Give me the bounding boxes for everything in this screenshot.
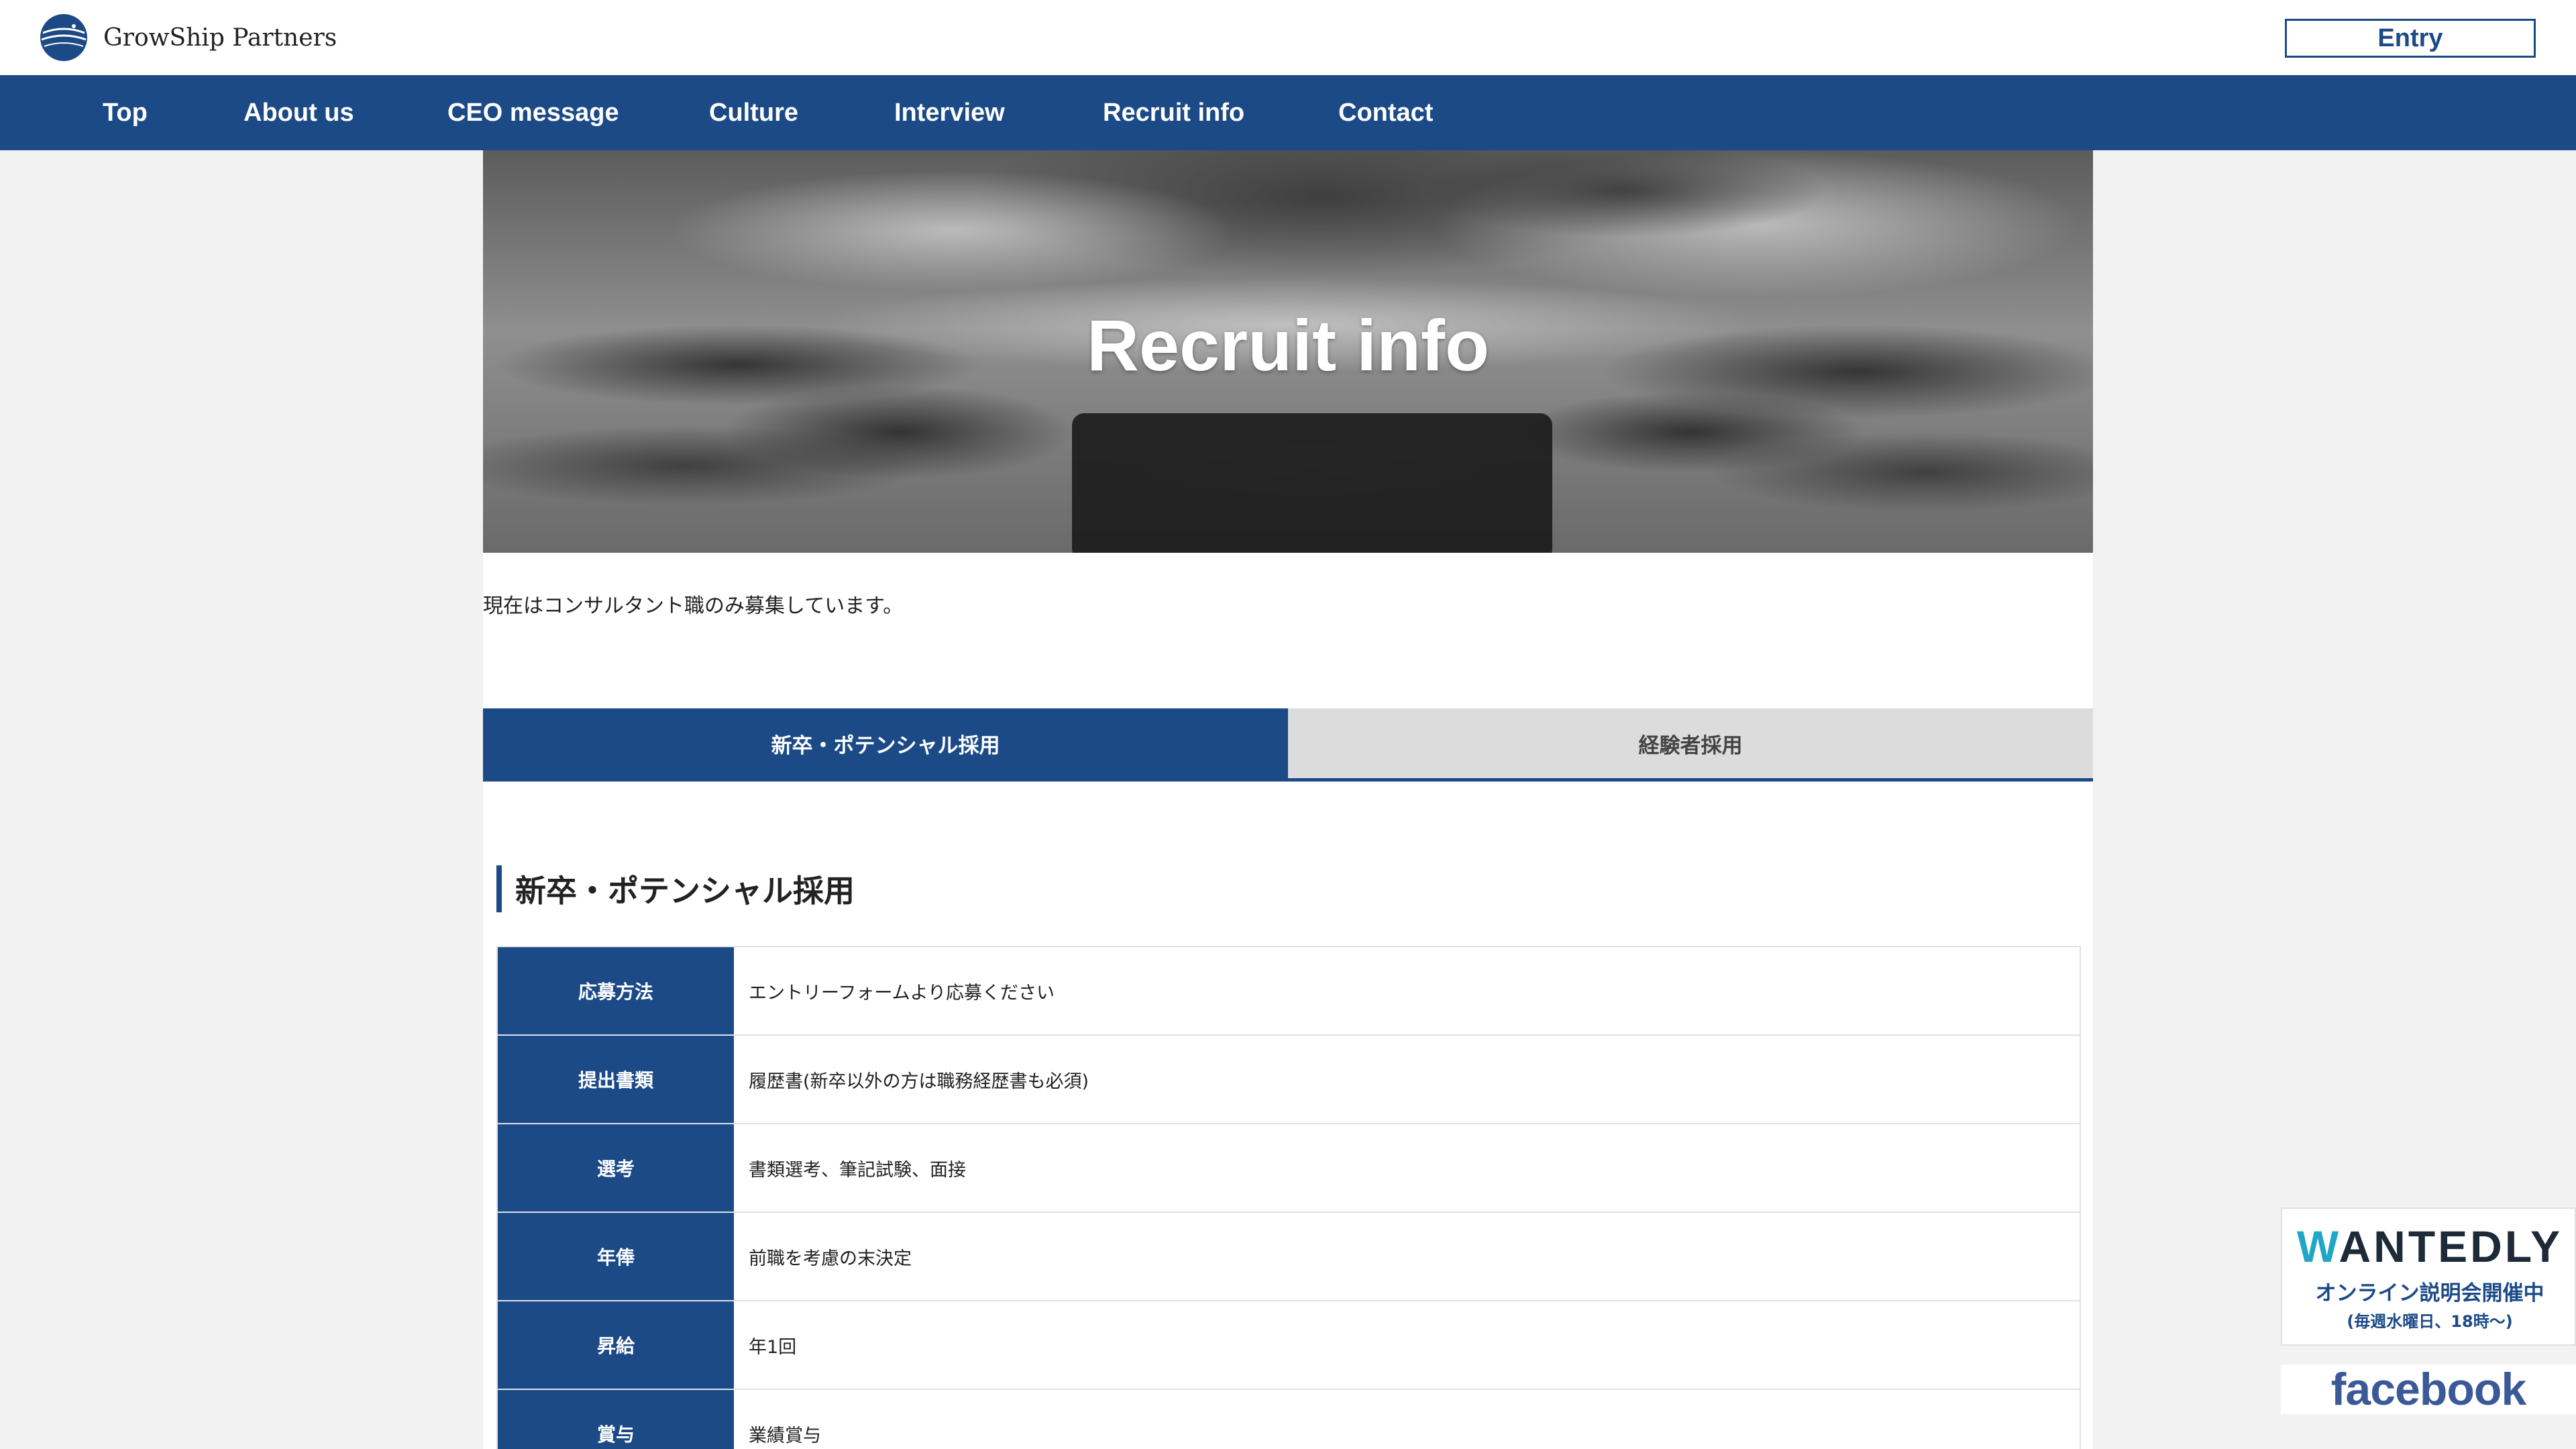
row-label: 賞与 (498, 1390, 734, 1449)
wantedly-logo-w: W (2296, 1222, 2339, 1271)
site-header: GrowShip Partners Entry (0, 0, 2576, 75)
table-row: 選考 書類選考、筆記試験、面接 (496, 1124, 2081, 1213)
hero-banner: Recruit info (483, 150, 2093, 553)
section-heading: 新卒・ポテンシャル採用 (496, 865, 855, 912)
row-value: 前職を考慮の末決定 (749, 1248, 912, 1269)
row-label: 提出書類 (498, 1036, 734, 1123)
wantedly-event-text: オンライン説明会開催中 (2315, 1281, 2544, 1305)
recruit-tabs: 新卒・ポテンシャル採用 経験者採用 (483, 708, 2093, 782)
table-row: 賞与 業績賞与 (496, 1390, 2081, 1449)
facebook-banner[interactable]: facebook (2281, 1364, 2576, 1415)
globe-ship-logo-icon (40, 14, 87, 61)
nav-item-ceo-message[interactable]: CEO message (447, 75, 619, 150)
row-label: 応募方法 (498, 947, 734, 1034)
row-label: 選考 (498, 1124, 734, 1212)
row-value: 履歴書(新卒以外の方は職務経歴書も必須) (749, 1071, 1089, 1092)
tab-underline (483, 778, 2093, 782)
nav-item-interview[interactable]: Interview (894, 75, 1005, 150)
hero-title: Recruit info (1086, 305, 1489, 386)
nav-item-recruit-info[interactable]: Recruit info (1103, 75, 1244, 150)
tab-experienced[interactable]: 経験者採用 (1288, 708, 2093, 778)
wantedly-schedule-text: (毎週水曜日、18時〜) (2347, 1312, 2513, 1331)
nav-item-about-us[interactable]: About us (244, 75, 354, 150)
row-value: エントリーフォームより応募ください (749, 982, 1055, 1004)
table-row: 年俸 前職を考慮の末決定 (496, 1213, 2081, 1301)
intro-text: 現在はコンサルタント職のみ募集しています。 (483, 594, 904, 618)
tab-new-graduate[interactable]: 新卒・ポテンシャル採用 (483, 708, 1288, 778)
main-nav: Top About us CEO message Culture Intervi… (0, 75, 2576, 150)
table-row: 提出書類 履歴書(新卒以外の方は職務経歴書も必須) (496, 1036, 2081, 1124)
main-content: Recruit info 現在はコンサルタント職のみ募集しています。 新卒・ポテ… (483, 150, 2093, 1449)
requirements-table: 応募方法 エントリーフォームより応募ください 提出書類 履歴書(新卒以外の方は職… (496, 946, 2081, 1449)
entry-button[interactable]: Entry (2285, 19, 2536, 58)
brand-logo[interactable]: GrowShip Partners (39, 12, 337, 63)
nav-item-top[interactable]: Top (103, 75, 148, 150)
row-value: 業績賞与 (749, 1425, 821, 1446)
table-row: 昇給 年1回 (496, 1301, 2081, 1390)
wantedly-logo: WANTEDLY (2282, 1221, 2576, 1272)
wantedly-banner[interactable]: WANTEDLY オンライン説明会開催中 (毎週水曜日、18時〜) (2281, 1208, 2576, 1346)
row-label: 昇給 (498, 1301, 734, 1389)
row-value: 年1回 (749, 1336, 797, 1358)
brand-name: GrowShip Partners (103, 23, 337, 52)
row-label: 年俸 (498, 1213, 734, 1300)
table-row: 応募方法 エントリーフォームより応募ください (496, 947, 2081, 1036)
nav-item-contact[interactable]: Contact (1338, 75, 1433, 150)
nav-item-culture[interactable]: Culture (709, 75, 798, 150)
wantedly-logo-rest: ANTEDLY (2339, 1222, 2563, 1271)
row-value: 書類選考、筆記試験、面接 (749, 1159, 966, 1181)
